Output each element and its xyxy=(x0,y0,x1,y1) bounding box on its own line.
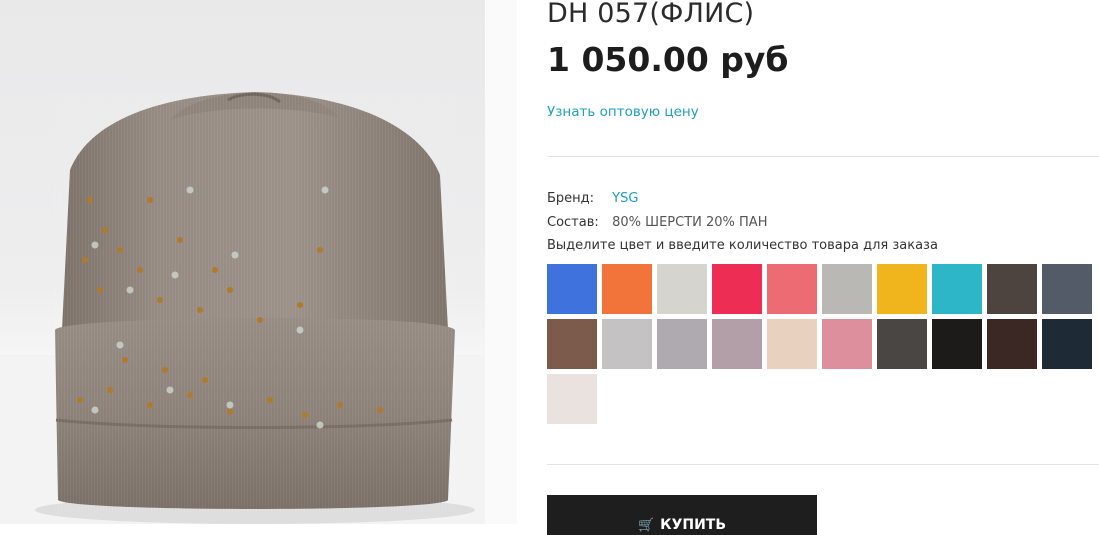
swatch-grey-melange[interactable] xyxy=(822,264,872,314)
swatch-turquoise[interactable] xyxy=(932,264,982,314)
cart-icon: 🛒 xyxy=(637,518,655,533)
swatch-dark-brown[interactable] xyxy=(987,264,1037,314)
wholesale-price-link[interactable]: Узнать оптовую цену xyxy=(547,104,699,120)
spec-brand: Бренд: YSG xyxy=(547,191,638,206)
brand-link[interactable]: YSG xyxy=(612,191,638,206)
product-image[interactable] xyxy=(0,0,485,524)
swatch-black[interactable] xyxy=(932,319,982,369)
divider-top xyxy=(547,156,1099,157)
composition-value: 80% ШЕРСТИ 20% ПАН xyxy=(612,215,768,230)
spec-composition: Состав: 80% ШЕРСТИ 20% ПАН xyxy=(547,215,767,230)
swatch-white[interactable] xyxy=(547,374,597,424)
swatch-mauve[interactable] xyxy=(712,319,762,369)
buy-button[interactable]: 🛒 КУПИТЬ xyxy=(547,495,817,535)
swatch-navy[interactable] xyxy=(1042,319,1092,369)
swatch-light-grey[interactable] xyxy=(657,264,707,314)
swatch-orange[interactable] xyxy=(602,264,652,314)
swatch-silver[interactable] xyxy=(602,319,652,369)
swatch-beige[interactable] xyxy=(767,319,817,369)
swatch-pink[interactable] xyxy=(822,319,872,369)
swatch-grey[interactable] xyxy=(657,319,707,369)
hat-illustration xyxy=(0,92,485,524)
buy-button-label: КУПИТЬ xyxy=(660,517,727,533)
swatch-raspberry[interactable] xyxy=(712,264,762,314)
composition-label: Состав: xyxy=(547,215,599,230)
divider-bottom xyxy=(547,464,1099,465)
swatch-slate[interactable] xyxy=(1042,264,1092,314)
color-instruction: Выделите цвет и введите количество товар… xyxy=(547,238,938,253)
product-title: DH 057(ФЛИС) xyxy=(547,0,755,29)
swatch-blue[interactable] xyxy=(547,264,597,314)
swatch-brown[interactable] xyxy=(547,319,597,369)
swatch-chocolate[interactable] xyxy=(987,319,1037,369)
brand-label: Бренд: xyxy=(547,191,595,206)
swatch-coral[interactable] xyxy=(767,264,817,314)
swatch-mustard[interactable] xyxy=(877,264,927,314)
product-price: 1 050.00 руб xyxy=(547,40,789,79)
image-gutter xyxy=(485,0,517,524)
swatch-graphite[interactable] xyxy=(877,319,927,369)
